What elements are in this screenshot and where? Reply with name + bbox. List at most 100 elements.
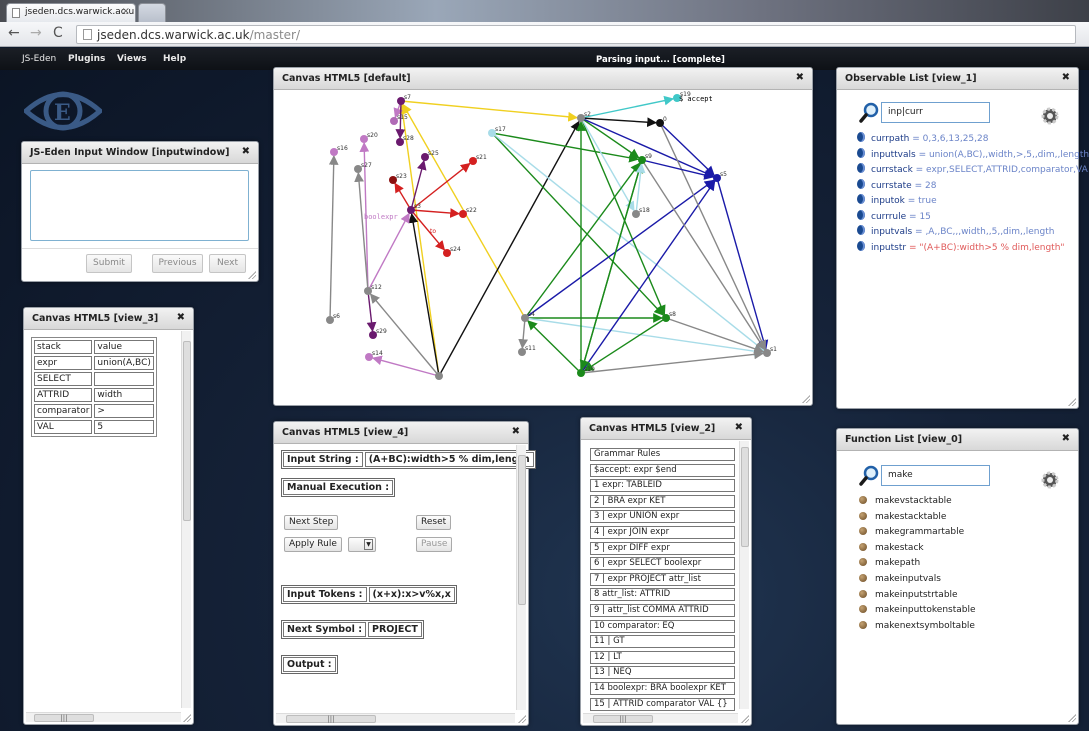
grammar-row: $accept: expr $end [590, 463, 735, 477]
gear-icon[interactable] [1040, 470, 1060, 490]
close-icon[interactable]: ✖ [242, 146, 250, 157]
apply-rule-button[interactable]: Apply Rule [284, 537, 342, 552]
graph-node-label: s16 [337, 145, 348, 152]
resize-grip[interactable] [182, 713, 191, 722]
reload-icon[interactable]: C [53, 25, 63, 41]
forward-icon[interactable]: → [30, 25, 42, 41]
close-icon[interactable]: ✖ [796, 72, 804, 83]
resize-grip[interactable] [740, 714, 749, 723]
menu-views[interactable]: Views [117, 54, 147, 64]
vertical-scrollbar[interactable] [739, 441, 749, 709]
menu-help[interactable]: Help [163, 54, 186, 64]
function-icon [859, 574, 867, 582]
function-item[interactable]: makestacktable [859, 511, 946, 522]
graph-edge [524, 317, 765, 357]
observable-item[interactable]: inputok = true [857, 194, 937, 206]
reset-button[interactable]: Reset [416, 515, 452, 530]
table-row: comparator > [34, 404, 155, 418]
table-row: expr union(A,BC) [34, 356, 155, 370]
function-name: makenextsymboltable [875, 620, 975, 631]
function-icon [859, 496, 867, 504]
observable-value: = union(A,BC),,width,>,5,,dim,,length [915, 149, 1089, 160]
graph-node-label: s5 [720, 171, 727, 178]
observable-list-header[interactable]: Observable List [view_1] ✖ [837, 68, 1078, 90]
menu-jseden[interactable]: JS-Eden [22, 54, 56, 64]
view-3-header[interactable]: Canvas HTML5 [view_3] ✖ [24, 308, 193, 330]
grammar-row: 9 | attr_list COMMA ATTRID [590, 604, 735, 617]
input-window-header[interactable]: JS-Eden Input Window [inputwindow] ✖ [22, 142, 258, 164]
url-field[interactable]: jseden.dcs.warwick.ac.uk/master/ [76, 25, 1076, 44]
pause-button[interactable]: Pause [416, 537, 453, 552]
previous-button[interactable]: Previous [152, 254, 203, 273]
observable-item[interactable]: inputstr = "(A+BC):width>5 % dim,length" [857, 240, 1065, 253]
submit-button[interactable]: Submit [86, 254, 132, 273]
code-input-textarea[interactable] [30, 170, 249, 241]
resize-grip[interactable] [517, 714, 526, 723]
function-search-input[interactable]: make [881, 465, 990, 486]
function-item[interactable]: makestack [859, 542, 924, 553]
function-item[interactable]: makepath [859, 558, 920, 568]
resize-grip[interactable] [801, 394, 810, 403]
gear-icon[interactable] [1040, 106, 1060, 126]
browser-tab[interactable]: jseden.dcs.warwick.ac.u × [6, 3, 136, 22]
function-item[interactable]: makeinputvals [859, 574, 941, 584]
graph-node-label: s8 [669, 311, 676, 318]
function-item[interactable]: makenextsymboltable [859, 620, 975, 631]
search-icon [859, 102, 879, 123]
observable-name: currstack [871, 165, 913, 175]
observable-item[interactable]: currstack = expr,SELECT,ATTRID,comparato… [857, 163, 1088, 175]
table-row: stack value [34, 340, 155, 354]
resize-grip[interactable] [1067, 713, 1076, 722]
function-item[interactable]: makeinputtokenstable [859, 605, 976, 615]
resize-grip[interactable] [247, 270, 256, 279]
grammar-row: Grammar Rules [590, 448, 735, 461]
graph-node-label: s23 [396, 173, 407, 180]
table-cell: union(A,BC) [94, 356, 155, 370]
canvas-view-2: Canvas HTML5 [view_2] ✖ Grammar Rules $ac… [580, 417, 752, 726]
observable-item[interactable]: inputtvals = union(A,BC),,width,>,5,,dim… [857, 147, 1089, 160]
horizontal-scrollbar[interactable]: ||| [26, 712, 181, 722]
close-icon[interactable]: ✖ [735, 422, 743, 433]
function-item[interactable]: makeinputstrtable [859, 589, 958, 600]
back-icon[interactable]: ← [8, 25, 20, 41]
observable-item[interactable]: currpath = 0,3,6,13,25,28 [857, 132, 988, 144]
canvas-default-header[interactable]: Canvas HTML5 [default] ✖ [274, 68, 812, 90]
observable-item[interactable]: inputvals = ,A,,BC,,,width,,5,,dim,,leng… [857, 225, 1054, 237]
next-step-button[interactable]: Next Step [284, 515, 339, 530]
close-icon[interactable]: ✖ [1062, 433, 1070, 444]
graph-edge [410, 209, 446, 251]
function-item[interactable]: makegrammartable [859, 527, 964, 537]
observable-item[interactable]: currstate = 28 [857, 178, 936, 191]
observable-search-input[interactable]: inp|curr [881, 102, 990, 123]
observable-value: = expr,SELECT,ATTRID,comparator,VA [912, 165, 1088, 175]
table-cell: 5 [94, 420, 155, 434]
function-list-header[interactable]: Function List [view_0] ✖ [837, 429, 1078, 451]
close-icon[interactable]: ✖ [512, 426, 520, 437]
vertical-scrollbar[interactable] [516, 445, 526, 710]
close-icon[interactable]: ✖ [177, 312, 185, 323]
close-icon[interactable]: × [122, 6, 130, 17]
observable-name: currpath [871, 134, 910, 144]
observable-item[interactable]: currrule = 15 [857, 209, 931, 222]
new-tab-button[interactable] [138, 3, 166, 22]
observable-icon [857, 240, 865, 251]
observable-value: = true [904, 196, 937, 206]
view-2-title: Canvas HTML5 [view_2] [589, 423, 716, 434]
function-name: makepath [875, 558, 921, 569]
function-list-title: Function List [view_0] [845, 434, 963, 445]
rule-select[interactable]: ▼ [348, 537, 376, 552]
view-2-header[interactable]: Canvas HTML5 [view_2] ✖ [581, 418, 751, 440]
horizontal-scrollbar[interactable]: ||| [583, 713, 738, 723]
horizontal-scrollbar[interactable]: ||| [276, 713, 515, 723]
next-symbol-label: Next Symbol : [283, 622, 366, 637]
vertical-scrollbar[interactable] [181, 331, 191, 708]
resize-grip[interactable] [1067, 397, 1076, 406]
next-button[interactable]: Next [209, 254, 246, 273]
graph-node [435, 372, 443, 380]
menu-plugins[interactable]: Plugins [68, 54, 105, 64]
grammar-row: 2 | BRA expr KET [590, 494, 735, 508]
observable-value: = "(A+BC):width>5 % dim,length" [906, 242, 1065, 253]
close-icon[interactable]: ✖ [1062, 72, 1070, 83]
view-4-header[interactable]: Canvas HTML5 [view_4] ✖ [274, 422, 528, 444]
function-item[interactable]: makevstacktable [859, 496, 952, 506]
